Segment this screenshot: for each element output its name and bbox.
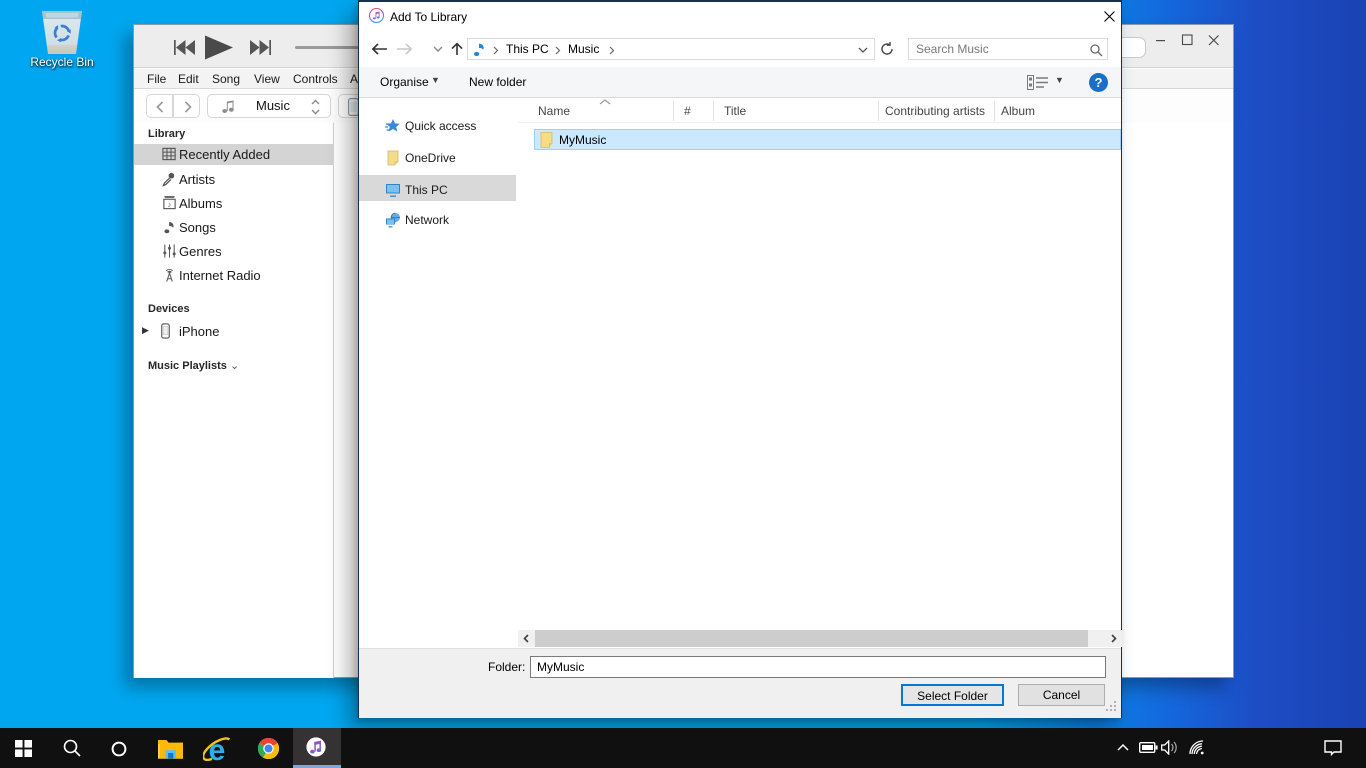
svg-text:♪: ♪ <box>168 200 172 209</box>
